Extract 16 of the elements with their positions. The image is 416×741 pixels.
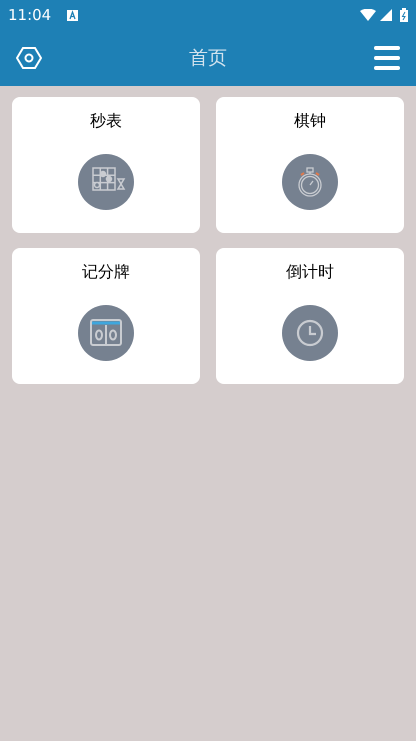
scoreboard-icon <box>78 305 134 361</box>
battery-icon <box>400 8 408 22</box>
wifi-icon <box>360 9 376 21</box>
status-time: 11:04 <box>8 4 52 26</box>
tool-card[interactable]: 记分牌 <box>12 248 200 384</box>
clock-icon <box>282 305 338 361</box>
stopwatch-icon <box>282 154 338 210</box>
tool-card[interactable]: 棋钟 <box>216 97 404 233</box>
tool-card[interactable]: 秒表 <box>12 97 200 233</box>
settings-icon[interactable] <box>16 45 42 71</box>
tool-card[interactable]: 倒计时 <box>216 248 404 384</box>
page-title: 首页 <box>189 46 227 71</box>
notification-icon <box>67 10 78 20</box>
board-icon <box>78 154 134 210</box>
menu-icon[interactable] <box>374 46 400 70</box>
signal-icon <box>380 9 392 21</box>
